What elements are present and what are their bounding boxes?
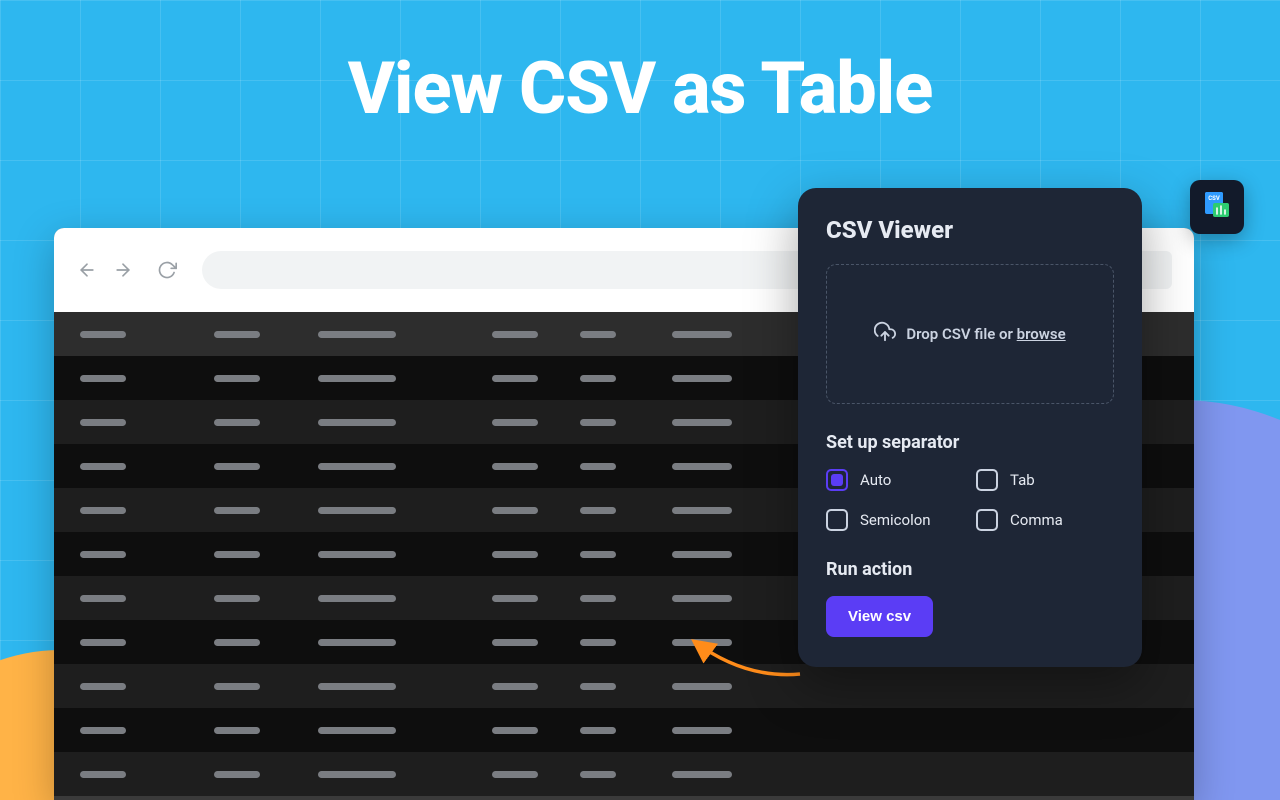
separator-option-tab[interactable]: Tab	[976, 469, 1114, 491]
separator-option-comma[interactable]: Comma	[976, 509, 1114, 531]
run-action-heading: Run action	[826, 559, 1114, 580]
separator-heading: Set up separator	[826, 432, 1114, 453]
separator-option-semicolon[interactable]: Semicolon	[826, 509, 964, 531]
drop-zone-text: Drop CSV file or browse	[906, 325, 1065, 343]
promo-stage: View CSV as Table	[0, 0, 1280, 800]
separator-options: Auto Tab Semicolon Comma	[826, 469, 1114, 531]
table-row	[54, 752, 1194, 796]
csv-viewer-panel: CSV Viewer Drop CSV file or browse Set u…	[798, 188, 1142, 667]
drop-zone[interactable]: Drop CSV file or browse	[826, 264, 1114, 404]
arrow-left-icon[interactable]	[76, 259, 98, 281]
panel-title: CSV Viewer	[826, 216, 1114, 244]
hero-title: View CSV as Table	[0, 46, 1280, 131]
table-row	[54, 708, 1194, 752]
checkbox-icon	[976, 469, 998, 491]
svg-text:CSV: CSV	[1208, 195, 1220, 202]
arrow-right-icon[interactable]	[112, 259, 134, 281]
table-row	[54, 664, 1194, 708]
browse-link[interactable]: browse	[1017, 325, 1066, 343]
view-csv-button[interactable]: View csv	[826, 596, 933, 637]
separator-option-auto[interactable]: Auto	[826, 469, 964, 491]
csv-app-badge[interactable]: CSV	[1190, 180, 1244, 234]
checkbox-icon	[976, 509, 998, 531]
checkbox-icon	[826, 469, 848, 491]
csv-file-icon: CSV	[1201, 189, 1233, 225]
reload-icon[interactable]	[156, 259, 178, 281]
cloud-upload-icon	[874, 321, 896, 347]
checkbox-icon	[826, 509, 848, 531]
